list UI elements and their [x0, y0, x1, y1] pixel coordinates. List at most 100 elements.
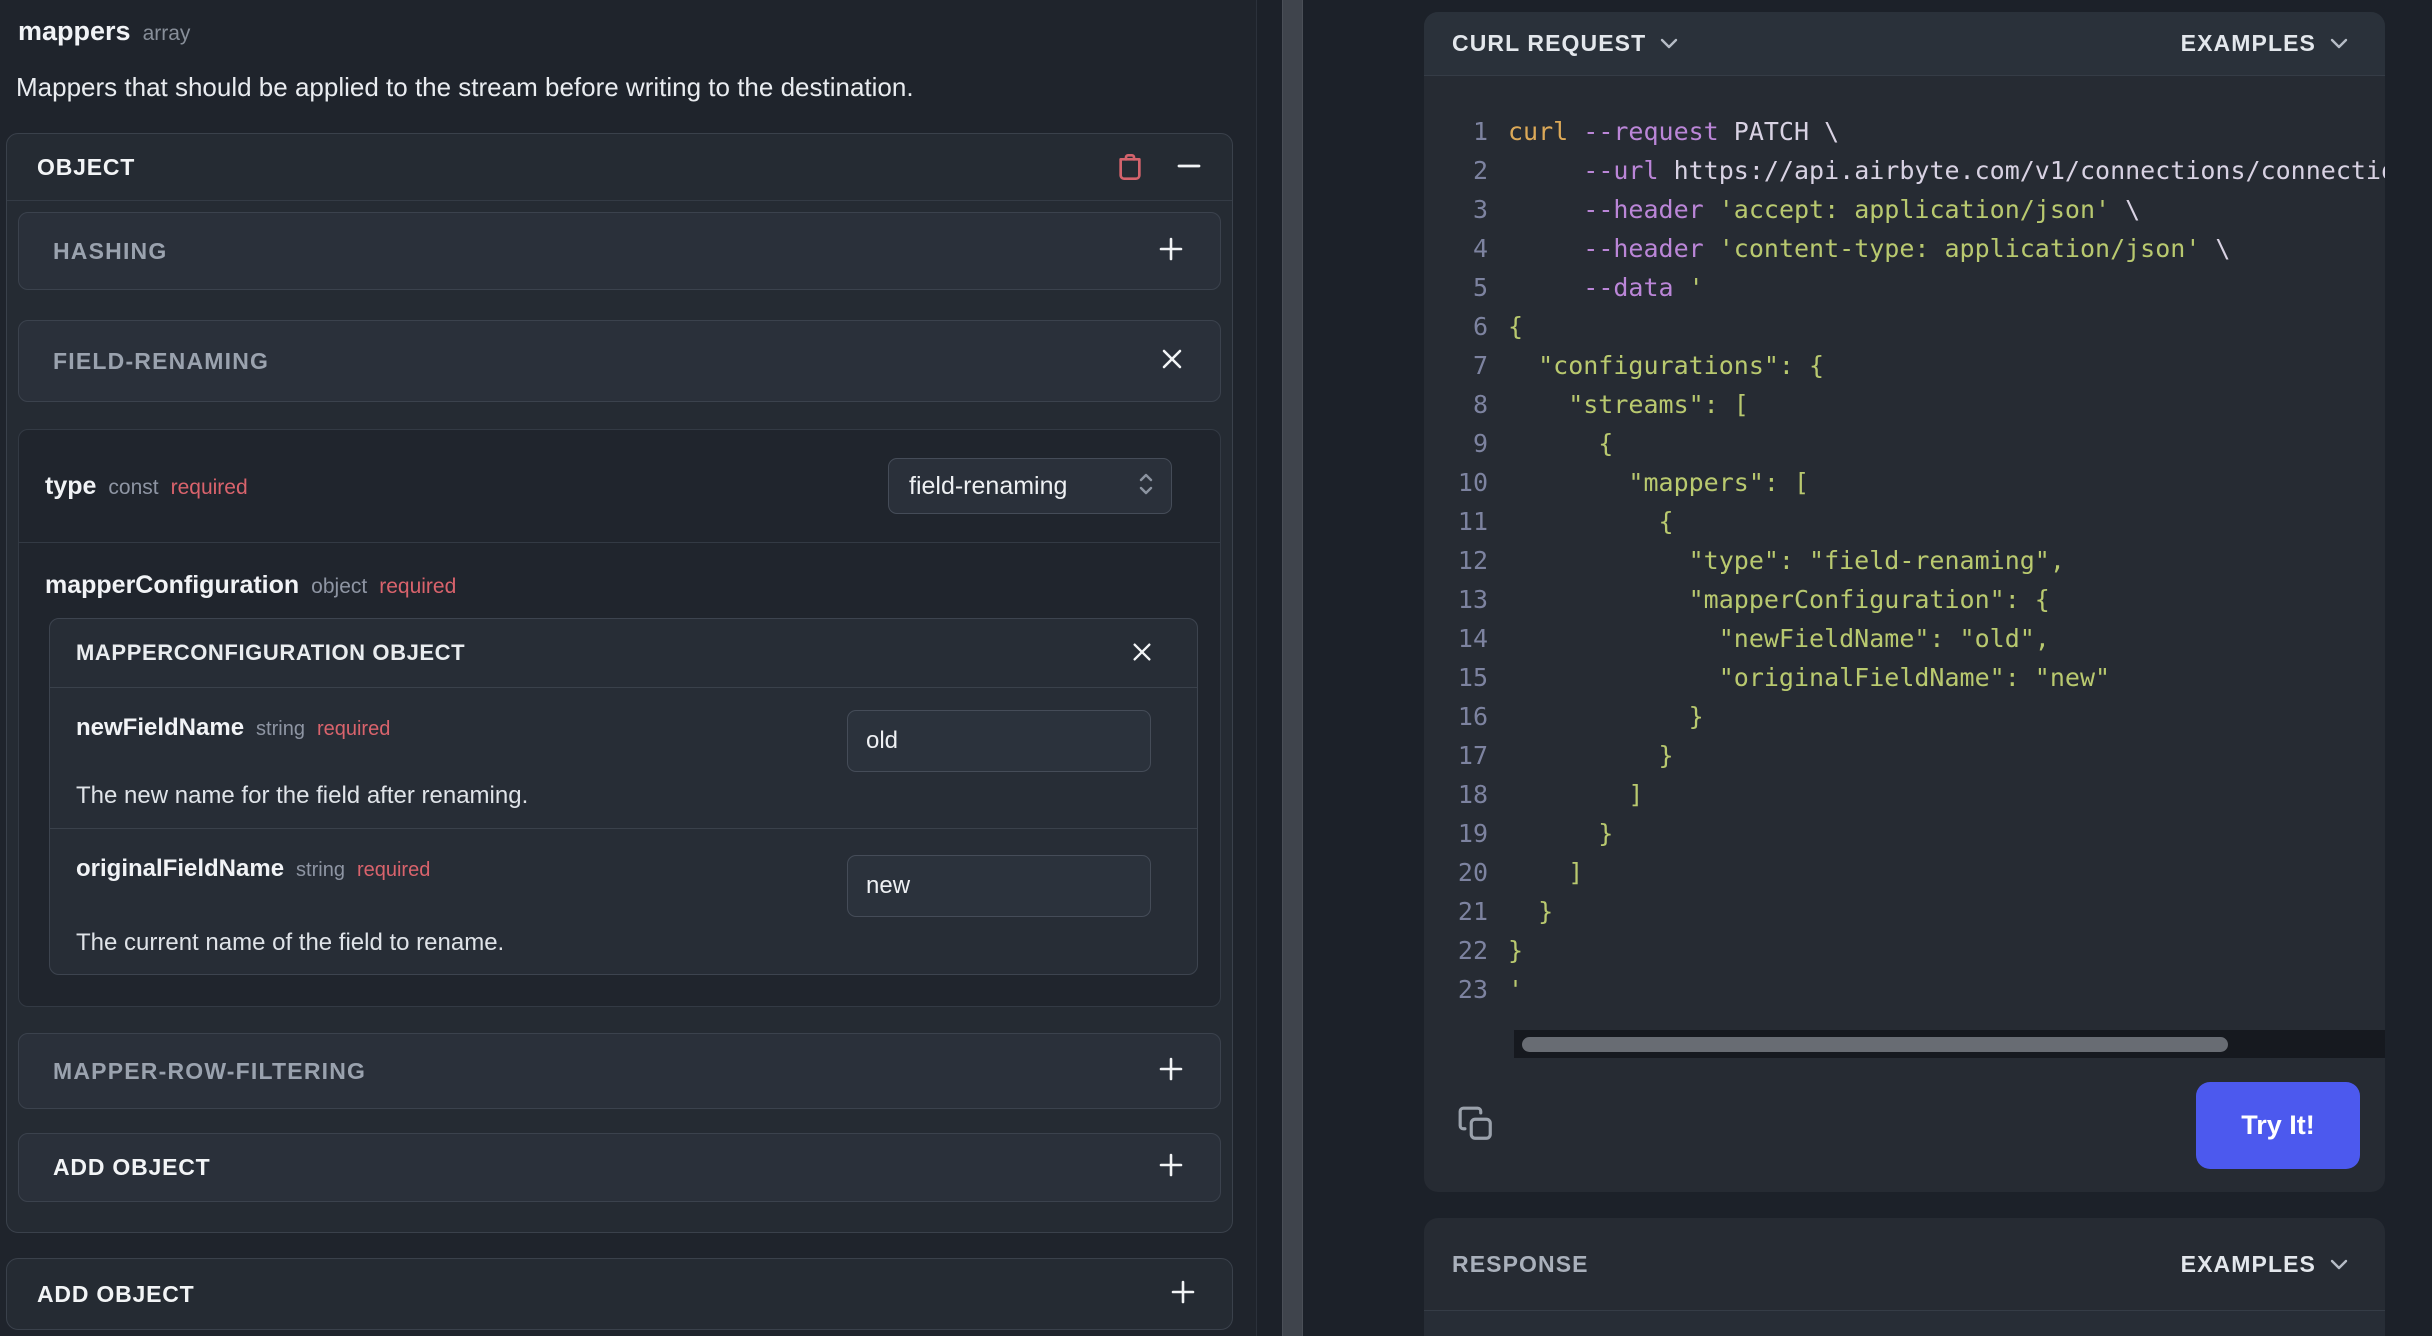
- field-required-badge: required: [379, 575, 457, 598]
- curl-request-title: CURL REQUEST: [1452, 30, 1647, 56]
- pane-divider-line: [1256, 0, 1257, 1336]
- section-field-renaming[interactable]: FIELD-RENAMING: [18, 320, 1221, 402]
- add-object-bottom-button[interactable]: ADD OBJECT: [6, 1258, 1233, 1330]
- newFieldName-input[interactable]: [847, 710, 1151, 772]
- code-line: 21 }: [1424, 892, 2385, 931]
- mapper-configuration-panel-title: MAPPERCONFIGURATION OBJECT: [76, 640, 466, 665]
- line-number: 3: [1472, 195, 1488, 224]
- field-required-badge: required: [170, 475, 248, 499]
- field-row-newFieldName: newFieldName string required The new nam…: [50, 688, 1197, 828]
- line-number: 22: [1457, 936, 1488, 965]
- code-line: 2 --url https://api.airbyte.com/v1/conne…: [1424, 151, 2385, 190]
- line-number: 5: [1472, 273, 1488, 302]
- copy-code-button[interactable]: [1457, 1105, 1495, 1146]
- code-line: 8 "streams": [: [1424, 385, 2385, 424]
- code-line: 18 ]: [1424, 775, 2385, 814]
- code-line: 13 "mapperConfiguration": {: [1424, 580, 2385, 619]
- field-name: newFieldName: [76, 714, 245, 741]
- field-kind: string: [256, 718, 305, 740]
- stepper-icon: [1137, 471, 1155, 502]
- chevron-down-icon: [2330, 38, 2348, 49]
- section-hashing[interactable]: HASHING: [18, 212, 1221, 290]
- try-it-button[interactable]: Try It!: [2196, 1082, 2360, 1169]
- field-kind: const: [108, 475, 159, 499]
- line-number: 13: [1457, 585, 1488, 614]
- code-line: 4 --header 'content-type: application/js…: [1424, 229, 2385, 268]
- originalFieldName-input[interactable]: [847, 855, 1151, 917]
- examples-dropdown[interactable]: EXAMPLES: [2181, 30, 2348, 57]
- close-mapper-configuration-button[interactable]: [1131, 641, 1153, 666]
- response-title: RESPONSE: [1452, 1250, 1589, 1277]
- curl-request-panel: CURL REQUEST EXAMPLES 1 curl --request PA…: [1424, 12, 2385, 1192]
- mapper-configuration-label: mapperConfiguration object required: [45, 571, 1220, 600]
- line-number: 19: [1457, 819, 1488, 848]
- line-number: 23: [1457, 975, 1488, 1004]
- code-line: 15 "originalFieldName": "new": [1424, 658, 2385, 697]
- horizontal-scrollbar-track[interactable]: [1514, 1030, 2385, 1058]
- object-panel-title: OBJECT: [37, 153, 136, 180]
- horizontal-scrollbar-thumb[interactable]: [1522, 1037, 2228, 1052]
- section-mapper-row-filtering[interactable]: MAPPER-ROW-FILTERING: [18, 1033, 1221, 1109]
- field-label: originalFieldName string required: [76, 855, 430, 883]
- line-number: 2: [1472, 156, 1488, 185]
- code-line: 19 }: [1424, 814, 2385, 853]
- minus-icon: [1176, 153, 1202, 182]
- line-number: 12: [1457, 546, 1488, 575]
- field-kind: object: [311, 575, 368, 598]
- section-hashing-label: HASHING: [53, 237, 168, 264]
- code-line: 6{: [1424, 307, 2385, 346]
- response-body: [1424, 1311, 2385, 1336]
- mapper-configuration-panel-header: MAPPERCONFIGURATION OBJECT: [50, 619, 1197, 688]
- line-number: 21: [1457, 897, 1488, 926]
- line-number: 7: [1472, 351, 1488, 380]
- code-line: 12 "type": "field-renaming",: [1424, 541, 2385, 580]
- close-icon: [1131, 641, 1153, 666]
- response-examples-dropdown[interactable]: EXAMPLES: [2181, 1251, 2348, 1278]
- code-line: 5 --data ': [1424, 268, 2385, 307]
- line-number: 20: [1457, 858, 1488, 887]
- field-label: newFieldName string required: [76, 714, 390, 742]
- copy-icon: [1457, 1105, 1495, 1146]
- line-number: 17: [1457, 741, 1488, 770]
- collapse-object-button[interactable]: [1176, 153, 1202, 182]
- code-line: 1 curl --request PATCH \: [1424, 112, 2385, 151]
- code-line: 3 --header 'accept: application/json' \: [1424, 190, 2385, 229]
- code-line: 11 {: [1424, 502, 2385, 541]
- object-header-actions: [1114, 149, 1202, 186]
- code-lines: 1 curl --request PATCH \ 2 --url https://a…: [1424, 112, 2385, 1009]
- plus-icon: [1158, 1056, 1184, 1087]
- line-number: 8: [1472, 390, 1488, 419]
- vertical-scrollbar[interactable]: [1282, 0, 1303, 1336]
- plus-icon: [1158, 1152, 1184, 1183]
- field-renaming-content: type const required field-renaming mappe…: [18, 429, 1221, 1007]
- code-line: 16 }: [1424, 697, 2385, 736]
- code-line: 22}: [1424, 931, 2385, 970]
- add-object-inner-button[interactable]: ADD OBJECT: [18, 1133, 1221, 1202]
- code-line: 7 "configurations": {: [1424, 346, 2385, 385]
- response-examples-label: EXAMPLES: [2180, 1250, 2316, 1277]
- object-panel-header: OBJECT: [7, 134, 1232, 201]
- type-field-label: type const required: [45, 472, 248, 501]
- api-docs-screen: mappers array Mappers that should be app…: [0, 0, 2432, 1336]
- trash-icon: [1114, 149, 1146, 186]
- field-name: type: [45, 471, 97, 500]
- close-icon: [1160, 347, 1184, 376]
- section-mapper-row-filtering-label: MAPPER-ROW-FILTERING: [53, 1057, 367, 1084]
- line-number: 18: [1457, 780, 1488, 809]
- type-select[interactable]: field-renaming: [888, 458, 1172, 514]
- type-field-row: type const required field-renaming: [19, 430, 1220, 543]
- curl-request-dropdown[interactable]: CURL REQUEST: [1452, 30, 1678, 57]
- line-number: 11: [1457, 507, 1488, 536]
- curl-request-header: CURL REQUEST EXAMPLES: [1424, 12, 2385, 76]
- add-object-inner-label: ADD OBJECT: [53, 1154, 211, 1180]
- field-required-badge: required: [356, 859, 431, 881]
- line-number: 16: [1457, 702, 1488, 731]
- code-line: 20 ]: [1424, 853, 2385, 892]
- line-number: 9: [1472, 429, 1488, 458]
- code-line: 23 ': [1424, 970, 2385, 1009]
- delete-object-button[interactable]: [1114, 149, 1146, 186]
- curl-panel-footer: Try It!: [1424, 1059, 2385, 1192]
- examples-label: EXAMPLES: [2180, 30, 2316, 56]
- code-line: 14 "newFieldName": "old",: [1424, 619, 2385, 658]
- chevron-down-icon: [1660, 38, 1678, 49]
